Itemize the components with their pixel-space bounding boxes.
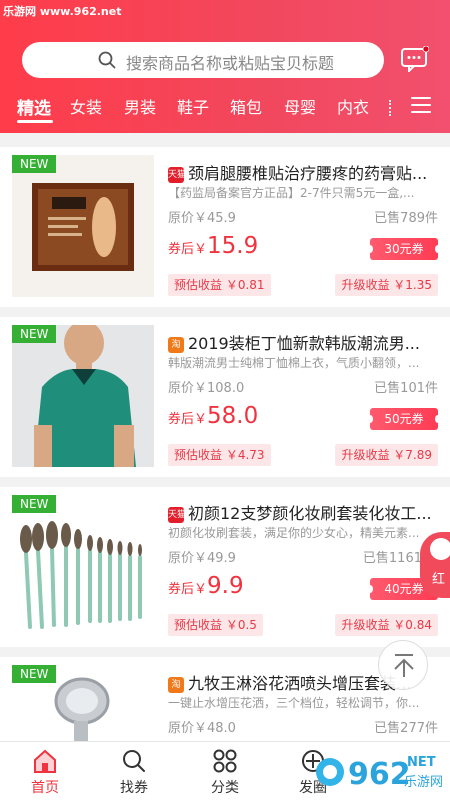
- product-image: [12, 325, 154, 467]
- tmall-icon: 天猫: [168, 507, 186, 523]
- 962-logo: 962 .NET 乐游网: [316, 755, 443, 792]
- product-card[interactable]: NEW 天猫 初颜12支梦颜化妆刷套装化妆工... 初颜化妆刷套装，满足你的少女心…: [0, 487, 450, 647]
- upgrade-earnings[interactable]: 升级收益 ￥1.35: [335, 274, 438, 296]
- product-image: [12, 495, 154, 637]
- tab-baby[interactable]: 母婴: [284, 94, 316, 118]
- estimated-earnings: 预估收益 ￥0.5: [168, 614, 263, 636]
- tab-featured[interactable]: 精选: [17, 94, 51, 119]
- tab-men[interactable]: 男装: [124, 94, 156, 118]
- estimated-earnings: 预估收益 ￥4.73: [168, 444, 271, 466]
- new-badge: NEW: [12, 495, 57, 513]
- search-icon: [98, 51, 116, 69]
- coupon-price: 券后￥15.9: [168, 233, 259, 259]
- taobao-icon: 淘: [168, 677, 184, 693]
- product-desc: 初颜化妆刷套装，满足你的少女心，精美元素...: [168, 526, 420, 540]
- app-header: 乐游网 www.962.net 搜索商品名称或粘贴宝贝标题 精选 女装 男装 鞋…: [0, 0, 450, 133]
- taobao-icon: 淘: [168, 337, 184, 353]
- coupon-price: 券后￥9.9: [168, 573, 244, 599]
- upgrade-earnings[interactable]: 升级收益 ￥7.89: [335, 444, 438, 466]
- new-badge: NEW: [12, 325, 57, 343]
- search-icon: [123, 750, 145, 772]
- category-tabs: 精选 女装 男装 鞋子 箱包 母婴 内衣: [0, 94, 450, 124]
- sold-count: 已售277件: [374, 721, 438, 736]
- search-bar[interactable]: 搜索商品名称或粘贴宝贝标题: [22, 42, 384, 78]
- product-image: [12, 155, 154, 297]
- nav-category[interactable]: 分类: [190, 748, 260, 797]
- arrow-up-icon: [394, 654, 414, 677]
- nav-home[interactable]: 首页: [10, 748, 80, 797]
- watermark-text: 乐游网 www.962.net: [3, 5, 122, 18]
- coupon-price: 券后￥58.0: [168, 403, 259, 429]
- red-packet-float-button[interactable]: 红: [420, 532, 450, 598]
- original-price: 原价￥108.0: [168, 381, 245, 396]
- tab-active-indicator: [17, 120, 53, 123]
- coupon-button[interactable]: 50元券: [367, 408, 441, 430]
- original-price: 原价￥48.0: [168, 721, 236, 736]
- sold-count: 已售1161: [362, 551, 422, 566]
- tab-shoes[interactable]: 鞋子: [177, 94, 209, 118]
- category-icon: [213, 749, 237, 773]
- tab-women[interactable]: 女装: [70, 94, 102, 118]
- nav-find-coupon[interactable]: 找券: [99, 748, 169, 797]
- product-title: 天猫 初颜12支梦颜化妆刷套装化妆工...: [168, 504, 432, 523]
- product-desc: 【药监局备案官方正品】2-7件只需5元一盒,...: [168, 186, 415, 200]
- tmall-icon: 天猫: [168, 167, 186, 183]
- coupon-button[interactable]: 30元券: [367, 238, 441, 260]
- new-badge: NEW: [12, 665, 57, 683]
- tab-bags[interactable]: 箱包: [230, 94, 262, 118]
- sold-count: 已售789件: [374, 211, 438, 226]
- product-card[interactable]: NEW 天猫 颈肩腿腰椎贴治疗腰疼的药膏贴... 【药监局备案官方正品】2-7件只…: [0, 147, 450, 307]
- upgrade-earnings[interactable]: 升级收益 ￥0.84: [335, 614, 438, 636]
- menu-icon[interactable]: [411, 97, 431, 115]
- logo-suffix: .NET: [402, 755, 436, 770]
- product-card[interactable]: NEW 淘 2019装柜丁恤新款韩版潮流男... 韩版潮流男士纯棉丁恤棉上衣，气质…: [0, 317, 450, 477]
- new-badge: NEW: [12, 155, 57, 173]
- original-price: 原价￥49.9: [168, 551, 236, 566]
- product-desc: 韩版潮流男士纯棉丁恤棉上衣，气质小翻领，...: [168, 356, 420, 370]
- estimated-earnings: 预估收益 ￥0.81: [168, 274, 271, 296]
- home-icon: [34, 749, 56, 773]
- product-title: 淘 2019装柜丁恤新款韩版潮流男...: [168, 330, 440, 354]
- product-desc: 一键止水增压花洒，三个档位，轻松调节，你...: [168, 696, 420, 710]
- face-icon: [430, 538, 450, 560]
- logo-sub: 乐游网: [404, 775, 443, 790]
- original-price: 原价￥45.9: [168, 211, 236, 226]
- search-placeholder: 搜索商品名称或粘贴宝贝标题: [126, 54, 335, 73]
- product-title: 天猫 颈肩腿腰椎贴治疗腰疼的药膏贴...: [168, 164, 428, 183]
- message-icon[interactable]: [401, 46, 429, 72]
- tab-divider: [389, 100, 391, 116]
- sold-count: 已售101件: [374, 381, 438, 396]
- back-to-top-button[interactable]: [378, 640, 428, 690]
- tab-underwear[interactable]: 内衣: [337, 94, 369, 118]
